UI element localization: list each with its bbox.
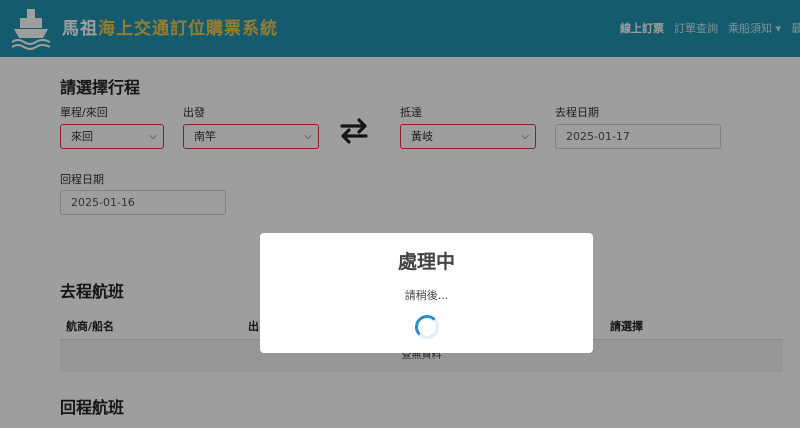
modal-title: 處理中 <box>397 251 455 273</box>
modal-message: 請稍後... <box>404 289 449 302</box>
loading-spinner-icon <box>415 315 439 339</box>
processing-modal: 處理中 請稍後... <box>260 233 593 353</box>
modal-backdrop <box>0 0 800 428</box>
